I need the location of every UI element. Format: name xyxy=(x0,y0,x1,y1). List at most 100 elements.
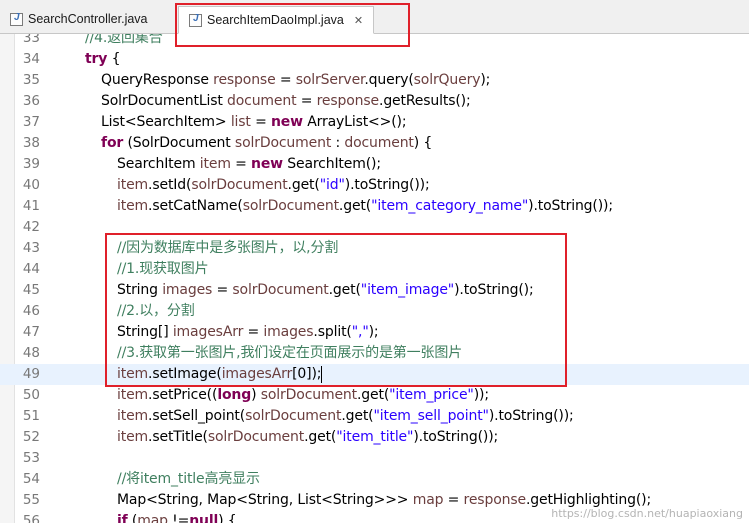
code-line[interactable]: 34 try { xyxy=(0,49,749,70)
code-token: Map<String, Map<String, List<String>>> xyxy=(117,492,413,508)
code-token: item xyxy=(117,387,149,403)
code-token: .setId( xyxy=(148,177,192,193)
code-token: = xyxy=(243,324,264,340)
code-token: SolrDocumentList xyxy=(101,93,227,109)
code-line[interactable]: 52 item.setTitle(solrDocument.get("item_t… xyxy=(0,427,749,448)
code-token: imagesArr xyxy=(172,324,244,340)
code-token: if xyxy=(117,513,128,523)
code-line[interactable]: 42 xyxy=(0,217,749,238)
code-token: .get( xyxy=(287,177,320,193)
code-text: String[] imagesArr = images.split(","); xyxy=(117,322,379,343)
code-line[interactable]: 51 item.setSell_point(solrDocument.get("i… xyxy=(0,406,749,427)
code-token: //将item_title高亮显示 xyxy=(117,471,260,487)
watermark: https://blog.csdn.net/huapiaoxiang xyxy=(551,507,743,520)
code-token: "item_image" xyxy=(360,282,455,298)
code-token: ) { xyxy=(413,135,433,151)
code-token: = xyxy=(443,492,464,508)
code-token: solrDocument xyxy=(260,387,357,403)
code-token: solrDocument xyxy=(234,135,332,151)
code-text: for (SolrDocument solrDocument : documen… xyxy=(101,133,432,154)
code-token: .split( xyxy=(313,324,352,340)
line-number: 54 xyxy=(22,471,40,487)
code-text: if (map !=null) { xyxy=(117,511,237,523)
line-number: 34 xyxy=(22,51,40,67)
code-token: ( xyxy=(127,513,138,523)
code-text: item.setId(solrDocument.get("id").toStri… xyxy=(117,175,430,196)
code-token: item xyxy=(199,156,231,172)
line-number: 43 xyxy=(22,240,40,256)
code-token: )); xyxy=(473,387,489,403)
code-token: ); xyxy=(480,72,491,88)
code-token: response xyxy=(463,492,527,508)
code-line[interactable]: 38 for (SolrDocument solrDocument : docum… xyxy=(0,133,749,154)
code-token: solrDocument xyxy=(232,282,329,298)
code-token: .get( xyxy=(341,408,374,424)
code-editor[interactable]: 33 //4.返回集合 34 try {35 QueryResponse respons… xyxy=(0,34,749,523)
code-line[interactable]: 33 //4.返回集合 xyxy=(0,34,749,49)
line-number: 33 xyxy=(22,34,40,46)
code-token: = xyxy=(275,72,296,88)
code-line[interactable]: 43 //因为数据库中是多张图片，以,分割 xyxy=(0,238,749,259)
code-line[interactable]: 48 //3.获取第一张图片,我们设定在页面展示的是第一张图片 xyxy=(0,343,749,364)
code-token: "item_title" xyxy=(336,429,414,445)
code-token: .getResults(); xyxy=(379,93,471,109)
code-token: : xyxy=(331,135,345,151)
code-text: List<SearchItem> list = new ArrayList<>(… xyxy=(101,112,407,133)
code-text: //将item_title高亮显示 xyxy=(117,469,260,490)
code-line[interactable]: 46 //2.以，分割 xyxy=(0,301,749,322)
code-token: "item_category_name" xyxy=(371,198,529,214)
code-line[interactable]: 47 String[] imagesArr = images.split(",")… xyxy=(0,322,749,343)
java-file-icon xyxy=(189,13,202,27)
code-token: = xyxy=(250,114,271,130)
code-token: String[] xyxy=(117,324,173,340)
code-token: ).toString()); xyxy=(344,177,430,193)
code-token: .setImage( xyxy=(148,366,222,382)
code-token: new xyxy=(270,114,303,130)
code-line[interactable]: 37 List<SearchItem> list = new ArrayList<… xyxy=(0,112,749,133)
code-token: solrDocument xyxy=(245,408,342,424)
code-line[interactable]: 49 item.setImage(imagesArr[0]); xyxy=(0,364,749,385)
code-text: String images = solrDocument.get("item_i… xyxy=(117,280,534,301)
code-token: = xyxy=(296,93,317,109)
code-line[interactable]: 53 xyxy=(0,448,749,469)
code-line[interactable]: 36 SolrDocumentList document = response.g… xyxy=(0,91,749,112)
code-line[interactable]: 50 item.setPrice((long) solrDocument.get(… xyxy=(0,385,749,406)
code-line[interactable]: 41 item.setCatName(solrDocument.get("item… xyxy=(0,196,749,217)
code-token: (SolrDocument xyxy=(123,135,235,151)
code-token: [0]); xyxy=(292,366,322,382)
line-number: 38 xyxy=(22,135,40,151)
code-token: "item_sell_point" xyxy=(373,408,489,424)
code-line[interactable]: 40 item.setId(solrDocument.get("id").toSt… xyxy=(0,175,749,196)
code-line[interactable]: 39 SearchItem item = new SearchItem(); xyxy=(0,154,749,175)
code-token: ArrayList<>(); xyxy=(302,114,407,130)
code-token: //1.现获取图片 xyxy=(117,261,209,277)
tab-label: SearchItemDaoImpl.java xyxy=(207,13,344,27)
code-line[interactable]: 44 //1.现获取图片 xyxy=(0,259,749,280)
code-token: .get( xyxy=(304,429,337,445)
code-text: //4.返回集合 xyxy=(85,34,163,49)
code-line[interactable]: 54 //将item_title高亮显示 xyxy=(0,469,749,490)
editor-tab-bar: SearchController.java SearchItemDaoImpl.… xyxy=(0,0,749,34)
code-line[interactable]: 35 QueryResponse response = solrServer.qu… xyxy=(0,70,749,91)
tab-search-item-dao-impl[interactable]: SearchItemDaoImpl.java ✕ xyxy=(178,6,374,34)
code-token: List<SearchItem> xyxy=(101,114,231,130)
close-icon[interactable]: ✕ xyxy=(354,14,363,27)
code-token: item xyxy=(117,198,149,214)
code-token: .query( xyxy=(364,72,414,88)
line-number: 39 xyxy=(22,156,40,172)
line-number: 44 xyxy=(22,261,40,277)
tab-label: SearchController.java xyxy=(28,12,148,26)
code-text: //3.获取第一张图片,我们设定在页面展示的是第一张图片 xyxy=(117,343,462,364)
code-line[interactable]: 45 String images = solrDocument.get("item… xyxy=(0,280,749,301)
code-token: for xyxy=(101,135,124,151)
code-token: != xyxy=(167,513,190,523)
code-token: map xyxy=(412,492,444,508)
code-token: .getHighlighting(); xyxy=(525,492,652,508)
code-token: list xyxy=(230,114,251,130)
code-token: document xyxy=(227,93,297,109)
tab-search-controller[interactable]: SearchController.java xyxy=(0,6,172,32)
code-token: = xyxy=(230,156,251,172)
code-token: solrDocument xyxy=(242,198,339,214)
line-number: 42 xyxy=(22,219,40,235)
code-token: ) { xyxy=(218,513,237,523)
